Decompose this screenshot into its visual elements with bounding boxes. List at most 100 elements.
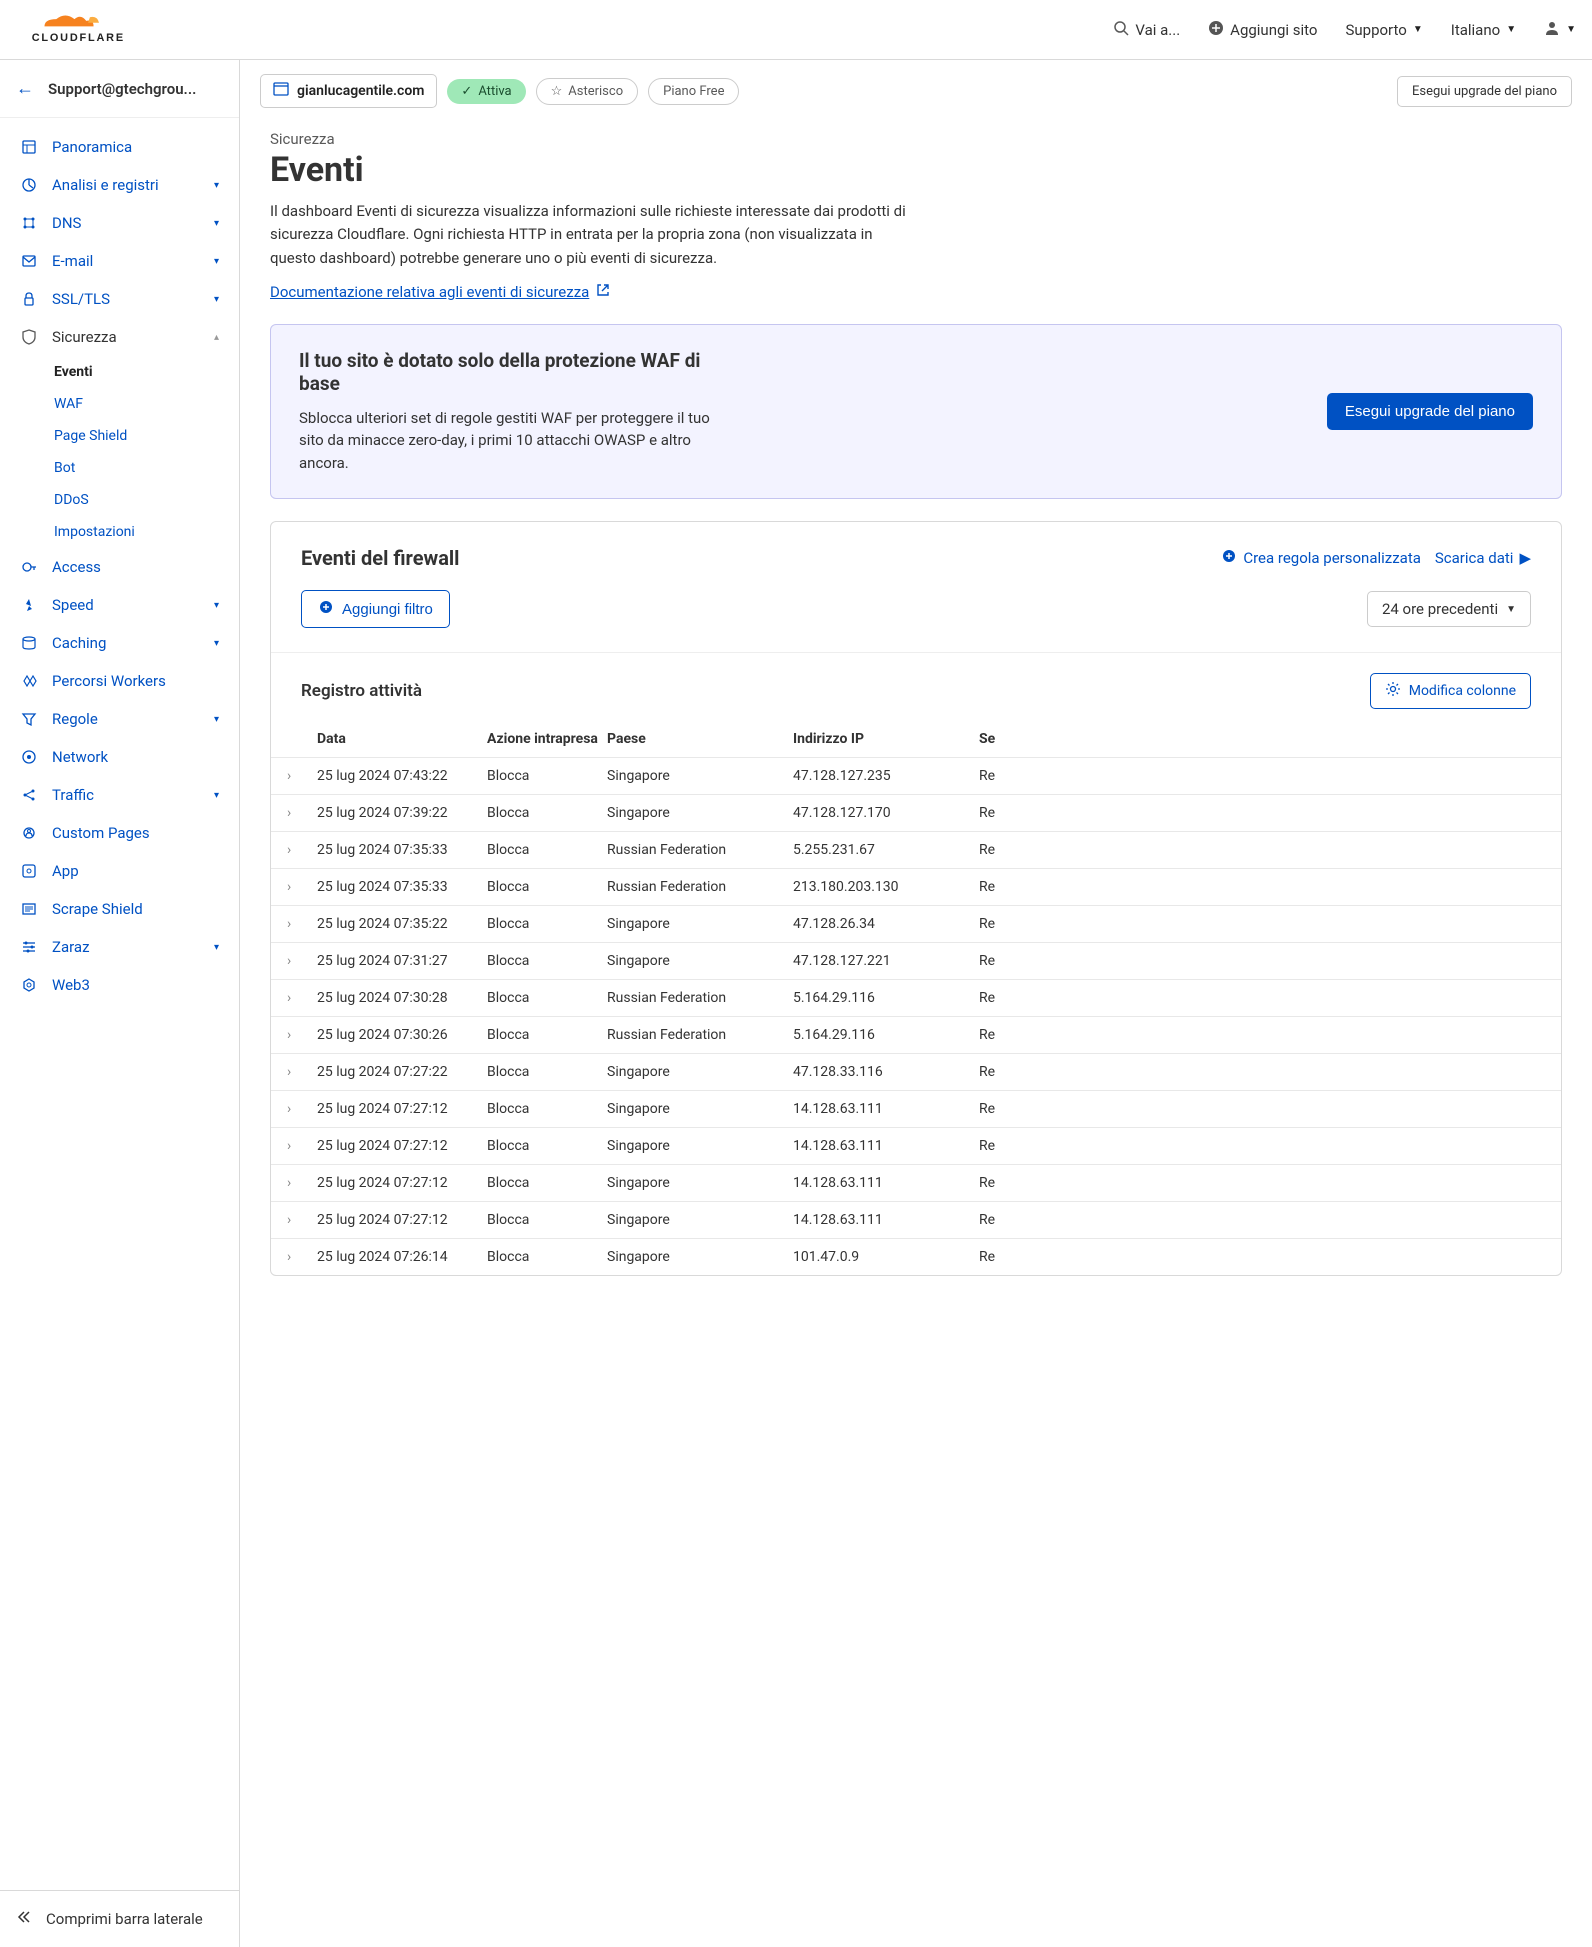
expand-row-icon[interactable]: › (287, 805, 317, 821)
language-label: Italiano (1451, 21, 1500, 39)
table-row[interactable]: ›25 lug 2024 07:35:22BloccaSingapore47.1… (271, 905, 1561, 942)
cell-action: Blocca (487, 1212, 607, 1228)
collapse-sidebar-button[interactable]: Comprimi barra laterale (0, 1890, 239, 1947)
sidebar-subitem-eventi[interactable]: Eventi (6, 356, 233, 388)
support-label: Supporto (1345, 21, 1406, 39)
add-filter-button[interactable]: Aggiungi filtro (301, 590, 450, 628)
sidebar-item-speed[interactable]: Speed▾ (6, 586, 233, 624)
upgrade-plan-button[interactable]: Esegui upgrade del piano (1397, 76, 1572, 107)
table-row[interactable]: ›25 lug 2024 07:35:33BloccaRussian Feder… (271, 831, 1561, 868)
account-row[interactable]: ← Support@gtechgrou... (0, 60, 239, 118)
cloudflare-logo[interactable]: CLOUDFLARE (24, 10, 134, 50)
expand-row-icon[interactable]: › (287, 1212, 317, 1228)
sidebar-item-analytics[interactable]: Analisi e registri▾ (6, 166, 233, 204)
expand-row-icon[interactable]: › (287, 953, 317, 969)
sidebar-item-dns[interactable]: DNS▾ (6, 204, 233, 242)
table-row[interactable]: ›25 lug 2024 07:30:26BloccaRussian Feder… (271, 1016, 1561, 1053)
chevron-down-icon: ▼ (1506, 24, 1516, 35)
sidebar-subitem-bot[interactable]: Bot (6, 452, 233, 484)
cell-action: Blocca (487, 768, 607, 784)
chevron-down-icon: ▼ (1566, 24, 1576, 35)
table-row[interactable]: ›25 lug 2024 07:39:22BloccaSingapore47.1… (271, 794, 1561, 831)
user-menu[interactable]: ▼ (1544, 20, 1576, 40)
time-range-selector[interactable]: 24 ore precedenti ▼ (1367, 591, 1531, 627)
star-pill[interactable]: ☆ Asterisco (536, 78, 639, 105)
sidebar-item-cpages[interactable]: Custom Pages (6, 814, 233, 852)
web3-icon (20, 976, 38, 994)
add-site-button[interactable]: Aggiungi sito (1208, 20, 1317, 40)
sidebar-subitem-waf[interactable]: WAF (6, 388, 233, 420)
expand-row-icon[interactable]: › (287, 1027, 317, 1043)
domain-selector[interactable]: gianlucagentile.com (260, 74, 437, 108)
table-row[interactable]: ›25 lug 2024 07:27:12BloccaSingapore14.1… (271, 1164, 1561, 1201)
table-row[interactable]: ›25 lug 2024 07:30:28BloccaRussian Feder… (271, 979, 1561, 1016)
chevron-down-icon: ▾ (214, 638, 219, 649)
cell-action: Blocca (487, 879, 607, 895)
sidebar-item-zaraz[interactable]: Zaraz▾ (6, 928, 233, 966)
cell-ip: 14.128.63.111 (793, 1101, 979, 1117)
expand-row-icon[interactable]: › (287, 768, 317, 784)
main-content: gianlucagentile.com ✓ Attiva ☆ Asterisco… (240, 60, 1592, 1947)
table-row[interactable]: ›25 lug 2024 07:26:14BloccaSingapore101.… (271, 1238, 1561, 1275)
expand-row-icon[interactable]: › (287, 1101, 317, 1117)
expand-row-icon[interactable]: › (287, 842, 317, 858)
sidebar-item-access[interactable]: Access (6, 548, 233, 586)
firewall-panel-title: Eventi del firewall (301, 546, 459, 570)
expand-row-icon[interactable]: › (287, 916, 317, 932)
sidebar-item-label: Sicurezza (52, 328, 117, 346)
sidebar-item-scrape[interactable]: Scrape Shield (6, 890, 233, 928)
sidebar-item-rules[interactable]: Regole▾ (6, 700, 233, 738)
expand-row-icon[interactable]: › (287, 1064, 317, 1080)
cell-action: Blocca (487, 842, 607, 858)
expand-row-icon[interactable]: › (287, 1249, 317, 1265)
sidebar-item-security[interactable]: Sicurezza▴ (6, 318, 233, 356)
modify-columns-button[interactable]: Modifica colonne (1370, 673, 1531, 709)
table-row[interactable]: ›25 lug 2024 07:27:12BloccaSingapore14.1… (271, 1201, 1561, 1238)
expand-row-icon[interactable]: › (287, 879, 317, 895)
sidebar-subitem-ddos[interactable]: DDoS (6, 484, 233, 516)
goto-label: Vai a... (1135, 21, 1180, 39)
collapse-icon (16, 1909, 32, 1929)
table-row[interactable]: ›25 lug 2024 07:27:12BloccaSingapore14.1… (271, 1127, 1561, 1164)
sidebar-item-app[interactable]: App (6, 852, 233, 890)
language-menu[interactable]: Italiano ▼ (1451, 21, 1516, 39)
documentation-link[interactable]: Documentazione relativa agli eventi di s… (270, 282, 611, 302)
cell-service: Re (979, 842, 1531, 858)
top-header: CLOUDFLARE Vai a... Aggiungi sito Suppor… (0, 0, 1592, 60)
sidebar-item-caching[interactable]: Caching▾ (6, 624, 233, 662)
sidebar-item-web3[interactable]: Web3 (6, 966, 233, 1004)
table-row[interactable]: ›25 lug 2024 07:27:12BloccaSingapore14.1… (271, 1090, 1561, 1127)
create-custom-rule-link[interactable]: Crea regola personalizzata (1221, 548, 1421, 568)
table-row[interactable]: ›25 lug 2024 07:43:22BloccaSingapore47.1… (271, 757, 1561, 794)
expand-row-icon[interactable]: › (287, 1138, 317, 1154)
download-data-link[interactable]: Scarica dati ▶ (1435, 549, 1531, 567)
sidebar-item-workers[interactable]: Percorsi Workers (6, 662, 233, 700)
firewall-events-panel: Eventi del firewall Crea regola personal… (270, 521, 1562, 1276)
expand-row-icon[interactable]: › (287, 990, 317, 1006)
cell-country: Singapore (607, 1175, 793, 1191)
sidebar-item-network[interactable]: Network (6, 738, 233, 776)
table-row[interactable]: ›25 lug 2024 07:27:22BloccaSingapore47.1… (271, 1053, 1561, 1090)
chevron-down-icon: ▼ (1413, 24, 1423, 35)
support-menu[interactable]: Supporto ▼ (1345, 21, 1422, 39)
sidebar-subitem-page-shield[interactable]: Page Shield (6, 420, 233, 452)
table-row[interactable]: ›25 lug 2024 07:35:33BloccaRussian Feder… (271, 868, 1561, 905)
cell-service: Re (979, 1212, 1531, 1228)
back-arrow-icon[interactable]: ← (16, 78, 34, 99)
sidebar-item-overview[interactable]: Panoramica (6, 128, 233, 166)
expand-row-icon[interactable]: › (287, 1175, 317, 1191)
cell-service: Re (979, 1101, 1531, 1117)
goto-menu[interactable]: Vai a... (1113, 20, 1180, 40)
sidebar-subitem-impostazioni[interactable]: Impostazioni (6, 516, 233, 548)
plus-circle-icon (1208, 20, 1224, 40)
collapse-label: Comprimi barra laterale (46, 1910, 203, 1928)
chevron-down-icon: ▾ (214, 256, 219, 267)
sidebar-item-traffic[interactable]: Traffic▾ (6, 776, 233, 814)
sidebar-item-label: Custom Pages (52, 824, 150, 842)
sidebar-item-email[interactable]: E-mail▾ (6, 242, 233, 280)
table-row[interactable]: ›25 lug 2024 07:31:27BloccaSingapore47.1… (271, 942, 1561, 979)
table-header: Data Azione intrapresa Paese Indirizzo I… (271, 721, 1561, 757)
banner-upgrade-button[interactable]: Esegui upgrade del piano (1327, 393, 1533, 430)
sidebar-item-ssl[interactable]: SSL/TLS▾ (6, 280, 233, 318)
website-icon (273, 81, 289, 101)
